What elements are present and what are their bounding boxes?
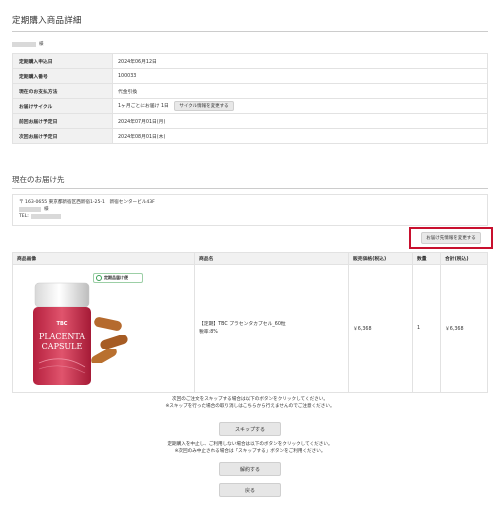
change-address-button[interactable]: お届け先情報を変更する [421, 232, 481, 244]
product-name[interactable]: 【定期】TBC プラセンタカプセル_60粒 [199, 321, 344, 329]
product-image-cell: 定期品届け便 TBC PLACENTA CAPSULE [12, 264, 195, 393]
header-price: 販売価格(税込) [348, 252, 413, 265]
info-label: お届けサイクル [12, 98, 113, 114]
skip-button[interactable]: スキップする [219, 422, 281, 436]
capsule-image [91, 348, 117, 363]
delivery-address-box: 〒 163-0655 東京都新宿区西新宿1-25-1 新宿センタービル43F 様… [12, 194, 488, 226]
badge-label: 定期品届け便 [104, 274, 128, 280]
capsule-image [100, 334, 128, 349]
product-table: 商品画像 商品名 販売価格(税込) 数量 合計(税込) 定期品届け便 TBC P… [12, 252, 488, 393]
product-header-row: 商品画像 商品名 販売価格(税込) 数量 合計(税込) [12, 252, 488, 265]
redacted-name [12, 41, 36, 47]
header-name: 商品名 [194, 252, 349, 265]
delivery-section-title: 現在のお届け先 [12, 175, 65, 184]
header-qty: 数量 [412, 252, 441, 265]
skip-note-line-1: 次回のご注文をスキップする場合は以下のボタンをクリックしてください。 [172, 397, 328, 402]
subscription-badge: 定期品届け便 [93, 272, 143, 283]
bottle-text-2: CAPSULE [42, 342, 83, 351]
badge-icon [96, 274, 102, 281]
cancel-note-line-2: ※次回のみ中止される場合は「スキップする」ボタンをご利用ください。 [174, 449, 326, 454]
info-value: 100033 [112, 68, 488, 84]
info-value: 1ヶ月ごとにお届け 1日 サイクル情報を変更する [112, 98, 488, 114]
redacted-tel [30, 214, 61, 219]
cancel-note: 定期購入を中止し、ご利用しない場合は以下のボタンをクリックしてください。 ※次回… [12, 441, 488, 455]
product-image: 定期品届け便 TBC PLACENTA CAPSULE [17, 267, 143, 391]
info-row: 次回お届け予定日 2024年08月01日(木) [12, 128, 488, 144]
title-divider [12, 31, 488, 32]
tax-rate: 税率:8% [199, 329, 218, 335]
info-row: 定期購入番号 100033 [12, 68, 488, 84]
tel-row: TEL: [19, 213, 481, 220]
product-total: ￥6,368 [440, 264, 488, 393]
bottle-brand: TBC [57, 321, 68, 327]
info-label: 定期購入番号 [12, 68, 113, 84]
header-total: 合計(税込) [440, 252, 488, 265]
cancel-note-line-1: 定期購入を中止し、ご利用しない場合は以下のボタンをクリックしてください。 [167, 442, 333, 447]
info-row: 前回お届け予定日 2024年07月01日(月) [12, 113, 488, 129]
info-value: 代金引換 [112, 83, 488, 99]
info-value: 2024年06月12日 [112, 53, 488, 69]
supplement-bottle-image: TBC PLACENTA CAPSULE [33, 282, 91, 385]
info-value: 2024年08月01日(木) [112, 128, 488, 144]
capsule-image [94, 316, 122, 331]
subscription-info-table: 定期購入申込日 2024年06月12日 定期購入番号 100033 現在のお支払… [12, 53, 488, 144]
bottle-text-1: PLACENTA [39, 332, 85, 341]
delivery-cycle-value: 1ヶ月ごとにお届け 1日 [118, 104, 169, 109]
cancel-subscription-button[interactable]: 解約する [219, 462, 281, 476]
product-qty: 1 [412, 264, 441, 393]
customer-honorific: 様 [39, 42, 44, 47]
info-row: 現在のお支払方法 代金引換 [12, 83, 488, 99]
info-row: 定期購入申込日 2024年06月12日 [12, 53, 488, 69]
header-image: 商品画像 [12, 252, 195, 265]
address-line: 〒 163-0655 東京都新宿区西新宿1-25-1 新宿センタービル43F [19, 200, 155, 205]
product-name-cell: 【定期】TBC プラセンタカプセル_60粒 税率:8% [194, 264, 349, 393]
info-row: お届けサイクル 1ヶ月ごとにお届け 1日 サイクル情報を変更する [12, 98, 488, 114]
info-label: 定期購入申込日 [12, 53, 113, 69]
section-divider [12, 188, 488, 189]
product-row: 定期品届け便 TBC PLACENTA CAPSULE 【定期】TBC プラセン… [12, 264, 488, 393]
back-button[interactable]: 戻る [219, 483, 281, 497]
page-title: 定期購入商品詳細 [12, 16, 82, 26]
recipient-honorific: 様 [44, 207, 49, 212]
info-label: 前回お届け予定日 [12, 113, 113, 129]
skip-note-line-2: ※スキップを行った場合の取り消しはこちらから行えませんのでご注意ください。 [165, 404, 335, 409]
tel-label: TEL: [19, 214, 29, 219]
skip-note: 次回のご注文をスキップする場合は以下のボタンをクリックしてください。 ※スキップ… [12, 396, 488, 410]
change-cycle-button[interactable]: サイクル情報を変更する [174, 101, 234, 111]
customer-name: 様 [12, 41, 44, 47]
product-price: ￥6,368 [348, 264, 413, 393]
change-address-highlight: お届け先情報を変更する [409, 227, 493, 249]
recipient-row: 様 [19, 206, 481, 213]
info-value: 2024年07月01日(月) [112, 113, 488, 129]
redacted-recipient [19, 207, 41, 212]
info-label: 次回お届け予定日 [12, 128, 113, 144]
info-label: 現在のお支払方法 [12, 83, 113, 99]
